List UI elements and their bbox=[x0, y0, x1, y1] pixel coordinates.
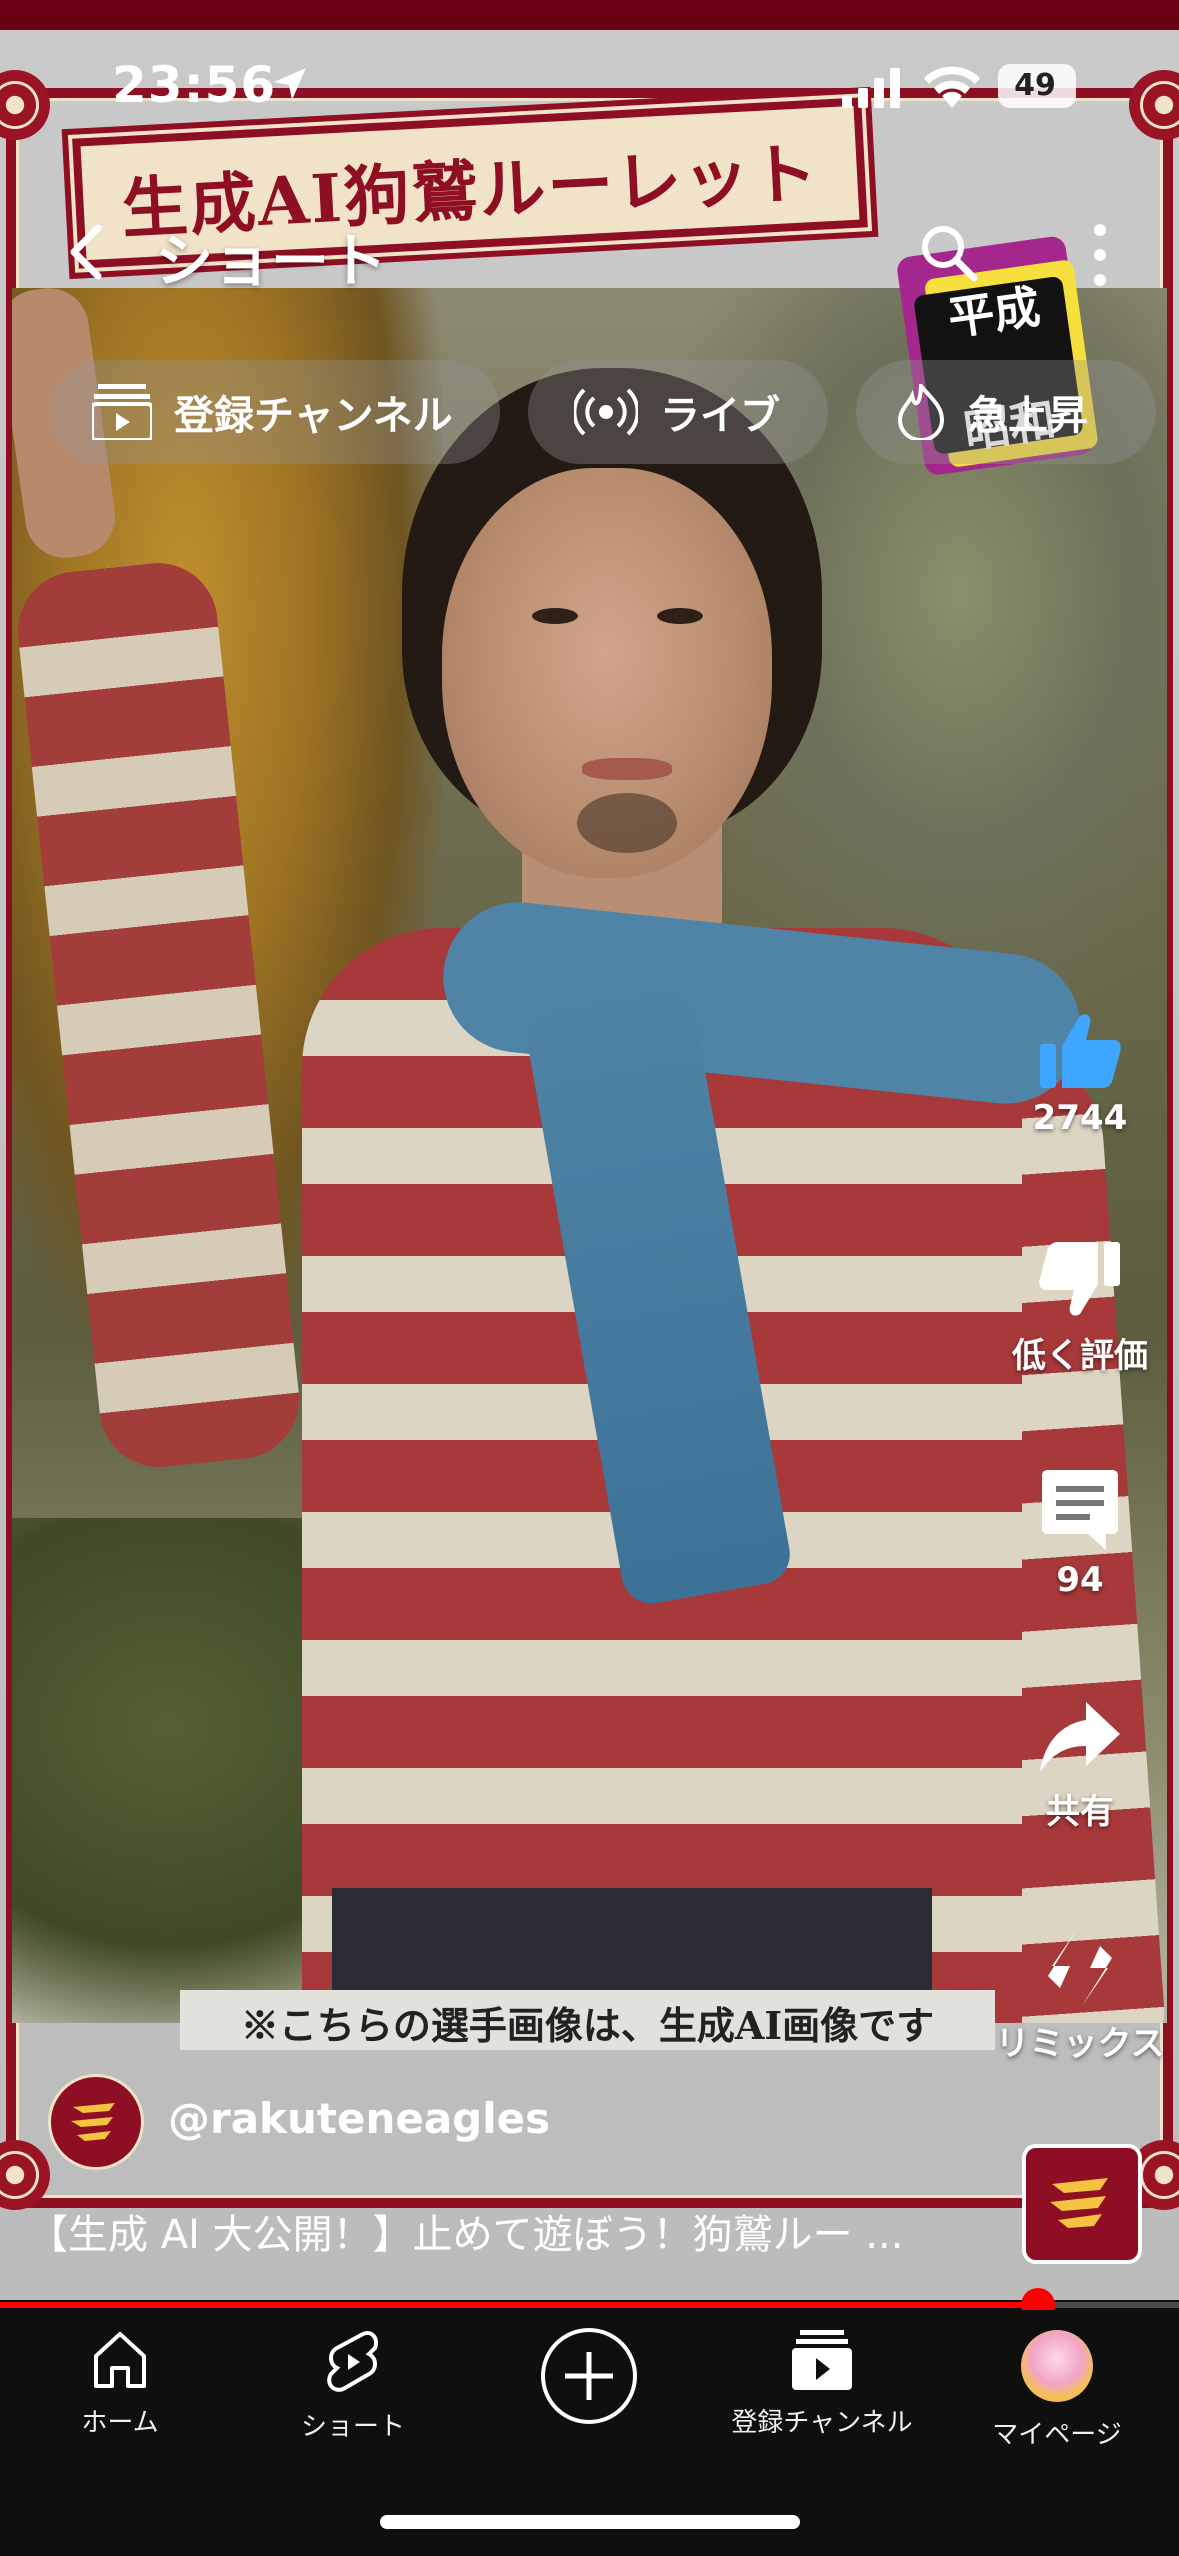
eagles-logo-icon bbox=[71, 2103, 115, 2141]
nav-you-label: マイページ bbox=[992, 2420, 1122, 2450]
home-icon bbox=[94, 2332, 146, 2388]
create-button[interactable] bbox=[541, 2328, 637, 2424]
sound-thumbnail[interactable] bbox=[1022, 2144, 1142, 2264]
disclaimer-caption: ※こちらの選手画像は、生成AI画像です bbox=[240, 2003, 935, 2048]
nav-subscriptions-label: 登録チャンネル bbox=[731, 2408, 913, 2438]
video-description[interactable]: 【生成 AI 大公開！】止めて遊ぼう！狗鷲ルー ... bbox=[28, 2202, 988, 2260]
location-arrow-icon bbox=[274, 68, 306, 100]
remix-label: リミックス bbox=[995, 2024, 1165, 2064]
profile-avatar bbox=[1021, 2330, 1093, 2402]
chip-live[interactable]: ライブ bbox=[528, 360, 828, 464]
chip-subscriptions-label: 登録チャンネル bbox=[174, 393, 453, 439]
live-icon bbox=[574, 388, 638, 436]
chip-subscriptions[interactable]: 登録チャンネル bbox=[50, 360, 500, 464]
battery-icon: 49 bbox=[998, 64, 1076, 108]
trending-icon bbox=[897, 384, 945, 440]
channel-avatar[interactable] bbox=[48, 2074, 144, 2170]
nav-home-label: ホーム bbox=[81, 2408, 159, 2438]
dislike-button[interactable]: 低く評価 bbox=[980, 1240, 1179, 1377]
thumbs-up-icon bbox=[1040, 1014, 1121, 1088]
nav-home[interactable]: ホーム bbox=[20, 2330, 220, 2439]
video-progress-fill bbox=[0, 2302, 1038, 2308]
status-bar: 23:56 49 bbox=[0, 48, 1179, 128]
page-title: ショート bbox=[155, 227, 388, 295]
battery-level: 49 bbox=[1014, 68, 1056, 103]
nav-shorts[interactable]: ショート bbox=[253, 2330, 453, 2443]
channel-handle[interactable]: @rakuteneagles bbox=[168, 2094, 550, 2143]
nav-you[interactable]: マイページ bbox=[957, 2330, 1157, 2451]
nav-subscriptions[interactable]: 登録チャンネル bbox=[722, 2330, 922, 2439]
status-time: 23:56 bbox=[112, 56, 277, 114]
share-button[interactable]: 共有 bbox=[980, 1700, 1179, 1833]
cellular-signal-icon bbox=[842, 68, 900, 108]
thumbs-down-icon bbox=[1039, 1242, 1120, 1316]
back-arrow-icon[interactable] bbox=[58, 222, 118, 282]
remix-button[interactable]: リミックス bbox=[980, 1926, 1179, 2065]
share-icon bbox=[1040, 1702, 1120, 1772]
comments-button[interactable]: 94 bbox=[980, 1468, 1179, 1600]
share-label: 共有 bbox=[1046, 1792, 1114, 1832]
chip-live-label: ライブ bbox=[660, 393, 780, 439]
like-count: 2744 bbox=[1032, 1098, 1128, 1138]
eagles-logo-icon bbox=[1050, 2178, 1108, 2228]
comment-icon bbox=[1042, 1470, 1118, 1550]
more-options-icon[interactable] bbox=[1085, 222, 1115, 288]
subscriptions-icon bbox=[92, 384, 152, 440]
plus-icon bbox=[565, 2352, 613, 2400]
dislike-label: 低く評価 bbox=[1012, 1336, 1148, 1376]
chip-trending[interactable]: 急上昇 bbox=[856, 360, 1156, 464]
search-icon[interactable] bbox=[918, 222, 978, 282]
video-progress-bar[interactable] bbox=[0, 2288, 1179, 2322]
remix-icon bbox=[1048, 1928, 1112, 2006]
subscriptions-icon bbox=[792, 2330, 852, 2390]
like-button[interactable]: 2744 bbox=[980, 1010, 1179, 1138]
nav-shorts-label: ショート bbox=[300, 2412, 405, 2442]
comment-count: 94 bbox=[1056, 1560, 1104, 1600]
home-indicator bbox=[380, 2515, 800, 2529]
chip-trending-label: 急上昇 bbox=[968, 393, 1088, 439]
shorts-icon bbox=[327, 2331, 378, 2392]
wifi-icon bbox=[924, 66, 980, 108]
